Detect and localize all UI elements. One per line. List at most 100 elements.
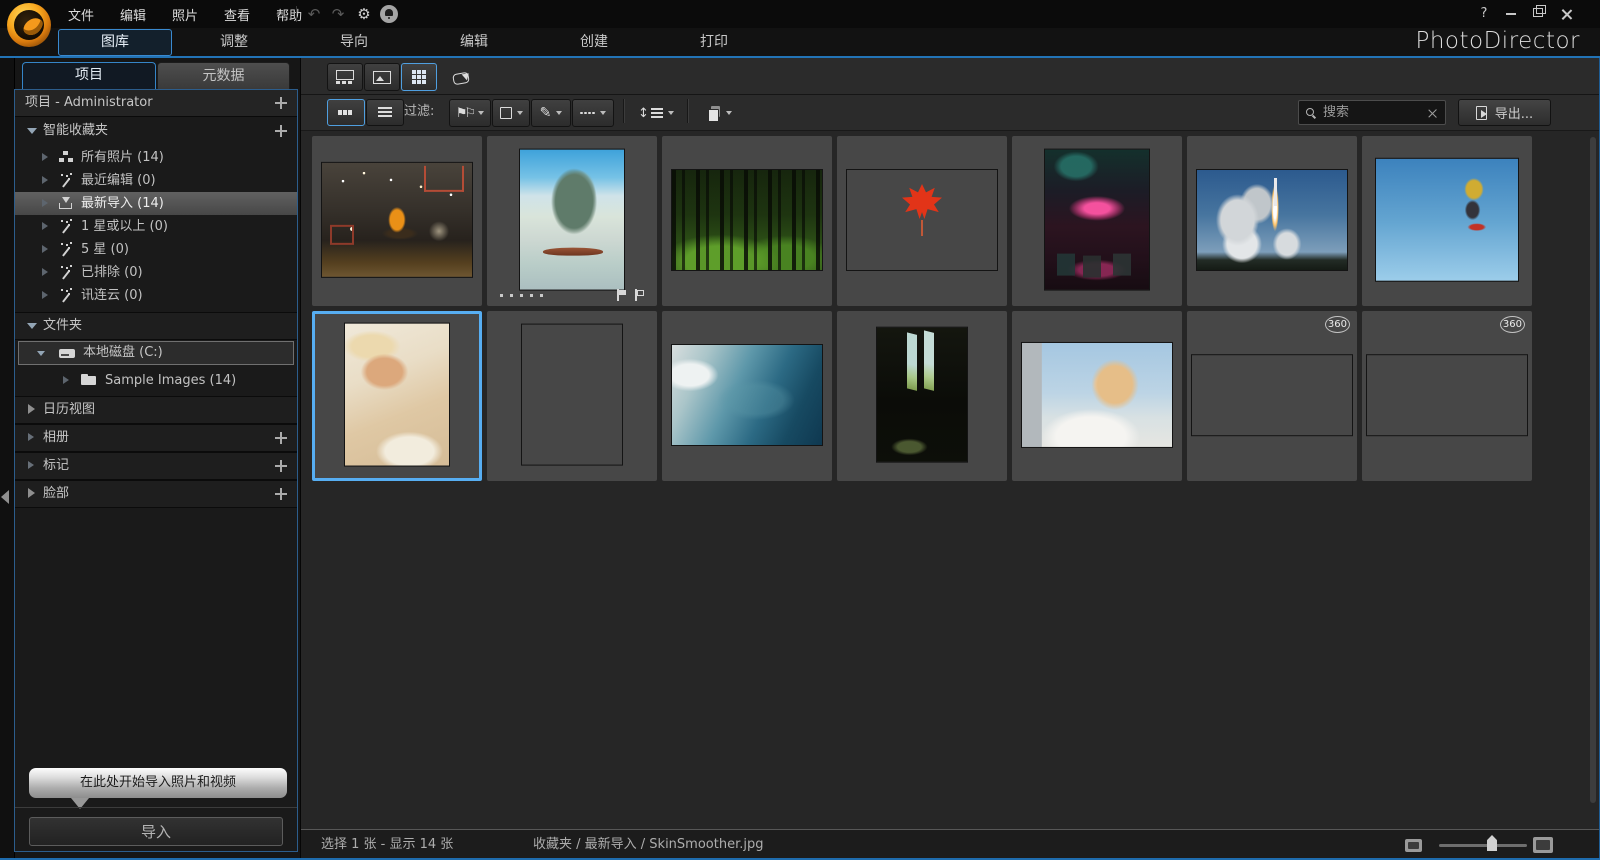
expander-icon[interactable] bbox=[42, 153, 48, 161]
grid-view-button[interactable] bbox=[401, 63, 437, 91]
menu-photo[interactable]: 照片 bbox=[166, 5, 204, 24]
add-tag-icon[interactable] bbox=[274, 459, 288, 473]
add-album-icon[interactable] bbox=[274, 431, 288, 445]
add-project-icon[interactable] bbox=[274, 96, 288, 110]
menu-view[interactable]: 查看 bbox=[218, 5, 256, 24]
rating-dots[interactable] bbox=[500, 294, 503, 297]
tab-guided[interactable]: 导向 bbox=[309, 30, 399, 54]
export-icon bbox=[1476, 106, 1488, 120]
search-input[interactable] bbox=[1321, 104, 1422, 121]
faces-header[interactable]: 脸部 bbox=[15, 480, 297, 508]
expander-icon[interactable] bbox=[42, 222, 48, 230]
photo-thumbnail-woman-laughing[interactable] bbox=[487, 311, 657, 481]
sidebar-item-sample-images[interactable]: Sample Images (14) bbox=[15, 369, 297, 392]
undo-icon[interactable]: ↶ bbox=[302, 2, 326, 26]
expander-icon[interactable] bbox=[63, 376, 69, 384]
sidebar-item-recently-edited[interactable]: 最近编辑 (0) bbox=[15, 169, 297, 192]
sidebar-item-latest-import[interactable]: 最新导入 (14) bbox=[15, 192, 297, 215]
chevron-down-icon bbox=[27, 128, 37, 134]
bell-icon[interactable] bbox=[380, 5, 398, 23]
help-button[interactable]: ? bbox=[1473, 4, 1495, 24]
photo-thumbnail-skateboarder[interactable] bbox=[1362, 136, 1532, 306]
flag-icon[interactable] bbox=[616, 289, 627, 301]
photo-thumbnail-neon-cafe[interactable] bbox=[1012, 136, 1182, 306]
single-view-button[interactable] bbox=[364, 63, 400, 91]
calendar-view-header[interactable]: 日历视图 bbox=[15, 396, 297, 424]
more-filter-button[interactable] bbox=[572, 99, 614, 127]
photo-thumbnail-city-panorama[interactable]: 360 bbox=[1187, 311, 1357, 481]
sidebar-item-local-disk-c[interactable]: 本地磁盘 (C:) bbox=[18, 341, 294, 365]
browse-view-button[interactable] bbox=[327, 63, 363, 91]
photodirector-window: 文件 编辑 照片 查看 帮助 ↶ ↷ ⚙ ? 图库 调整 导向 编辑 创建 打印… bbox=[0, 0, 1600, 860]
photo-thumbnail-woman-smiling-selected[interactable] bbox=[312, 311, 482, 481]
thumbnail-view-button[interactable] bbox=[327, 99, 365, 126]
sort-button[interactable]: ↕ bbox=[631, 99, 681, 127]
tab-adjust[interactable]: 调整 bbox=[189, 30, 279, 54]
photo-thumbnail-basketball-dunk[interactable] bbox=[312, 136, 482, 306]
expander-icon[interactable] bbox=[42, 245, 48, 253]
tab-library[interactable]: 图库 bbox=[58, 29, 172, 56]
rotate-button[interactable] bbox=[444, 63, 480, 91]
sidebar-item-all-photos[interactable]: 所有照片 (14) bbox=[15, 146, 297, 169]
minimize-button[interactable] bbox=[1500, 4, 1522, 24]
sidebar-tab-project[interactable]: 项目 bbox=[22, 62, 156, 89]
photo-thumbnail-forest[interactable] bbox=[662, 136, 832, 306]
clear-search-icon[interactable] bbox=[1428, 108, 1438, 118]
folders-header[interactable]: 文件夹 bbox=[15, 312, 297, 340]
label-filter-button[interactable] bbox=[492, 99, 530, 127]
redo-icon[interactable]: ↷ bbox=[326, 2, 350, 26]
gear-icon[interactable]: ⚙ bbox=[352, 2, 376, 26]
thumbnail-size-slider-handle[interactable] bbox=[1487, 835, 1497, 851]
export-button[interactable]: 导出... bbox=[1458, 99, 1551, 126]
expander-icon[interactable] bbox=[42, 176, 48, 184]
menu-edit[interactable]: 编辑 bbox=[114, 5, 152, 24]
edited-filter-button[interactable]: ✎ bbox=[531, 99, 571, 127]
photo-neon-cafe-sign bbox=[1045, 150, 1149, 290]
photo-thumbnail-church-window[interactable] bbox=[837, 311, 1007, 481]
stack-button[interactable] bbox=[695, 99, 743, 127]
photo-thumbnail-woman-outdoors[interactable] bbox=[1012, 311, 1182, 481]
chevron-right-icon bbox=[28, 461, 34, 469]
browse-view-icon bbox=[336, 70, 354, 84]
search-box[interactable] bbox=[1298, 100, 1446, 125]
import-button[interactable]: 导入 bbox=[29, 817, 283, 846]
sidebar-item-rejected[interactable]: 已排除 (0) bbox=[15, 261, 297, 284]
vertical-scrollbar[interactable] bbox=[1590, 137, 1596, 803]
thumbnail-size-slider-track[interactable] bbox=[1439, 844, 1527, 847]
add-face-icon[interactable] bbox=[274, 487, 288, 501]
zoom-in-thumbnail-icon[interactable] bbox=[1533, 837, 1553, 853]
expander-icon[interactable] bbox=[42, 199, 48, 207]
maximize-button[interactable] bbox=[1527, 4, 1549, 24]
menu-bar: 文件 编辑 照片 查看 帮助 bbox=[62, 0, 308, 28]
tab-print[interactable]: 打印 bbox=[669, 30, 759, 54]
tab-create[interactable]: 创建 bbox=[549, 30, 639, 54]
magic-wand-icon bbox=[59, 243, 72, 256]
expander-icon[interactable] bbox=[42, 268, 48, 276]
sidebar-item-1-star-up[interactable]: 1 星或以上 (0) bbox=[15, 215, 297, 238]
photo-thumbnail-maple-leaf[interactable] bbox=[837, 136, 1007, 306]
albums-header[interactable]: 相册 bbox=[15, 424, 297, 452]
tab-edit[interactable]: 编辑 bbox=[429, 30, 519, 54]
sidebar-item-cyberlink-cloud[interactable]: 讯连云 (0) bbox=[15, 284, 297, 307]
tags-header[interactable]: 标记 bbox=[15, 452, 297, 480]
zoom-out-thumbnail-icon[interactable] bbox=[1405, 839, 1422, 852]
item-label: 5 星 (0) bbox=[81, 238, 129, 261]
smart-collection-header[interactable]: 智能收藏夹 bbox=[15, 118, 297, 144]
sidebar-item-5-star[interactable]: 5 星 (0) bbox=[15, 238, 297, 261]
calendar-view-label: 日历视图 bbox=[43, 397, 95, 423]
expander-icon[interactable] bbox=[42, 291, 48, 299]
photo-thumbnail-ocean-wave[interactable] bbox=[662, 311, 832, 481]
list-view-button[interactable] bbox=[366, 99, 404, 126]
add-smart-collection-icon[interactable] bbox=[274, 124, 288, 138]
menu-file[interactable]: 文件 bbox=[62, 5, 100, 24]
360-badge: 360 bbox=[1325, 316, 1350, 333]
flag-filter-button[interactable]: ⚑⚐ bbox=[449, 99, 491, 127]
photo-thumbnail-trail-panorama[interactable]: 360 bbox=[1362, 311, 1532, 481]
photo-thumbnail-rocket-launch[interactable] bbox=[1187, 136, 1357, 306]
sidebar-collapse-strip[interactable] bbox=[0, 58, 15, 860]
collapse-sidebar-icon[interactable] bbox=[1, 490, 9, 504]
close-button[interactable] bbox=[1556, 4, 1578, 24]
reject-flag-icon[interactable] bbox=[634, 289, 645, 301]
photo-thumbnail-limestone-island[interactable] bbox=[487, 136, 657, 306]
sidebar-tab-metadata[interactable]: 元数据 bbox=[157, 62, 290, 89]
